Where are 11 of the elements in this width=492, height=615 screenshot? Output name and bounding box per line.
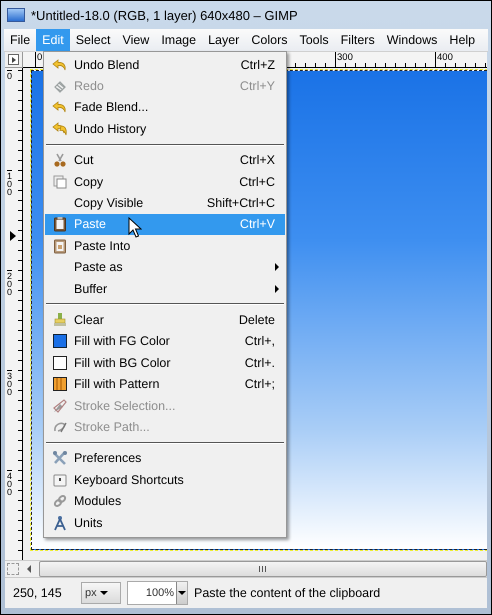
- ruler-label: 400: [435, 52, 453, 63]
- pointer-coordinates: 250, 145: [13, 586, 63, 600]
- ruler-label: 400: [7, 470, 12, 496]
- window-title: *Untitled-18.0 (RGB, 1 layer) 640x480 – GIMP: [31, 8, 298, 22]
- ruler-label: 100: [7, 170, 12, 196]
- ruler-label: 0: [35, 52, 42, 63]
- ruler-label: 300: [335, 52, 353, 63]
- ruler-label: 300: [7, 370, 12, 396]
- ruler-label: 0: [7, 70, 12, 80]
- ruler-label: 200: [7, 270, 12, 296]
- status-message: Paste the content of the clipboard: [194, 586, 380, 600]
